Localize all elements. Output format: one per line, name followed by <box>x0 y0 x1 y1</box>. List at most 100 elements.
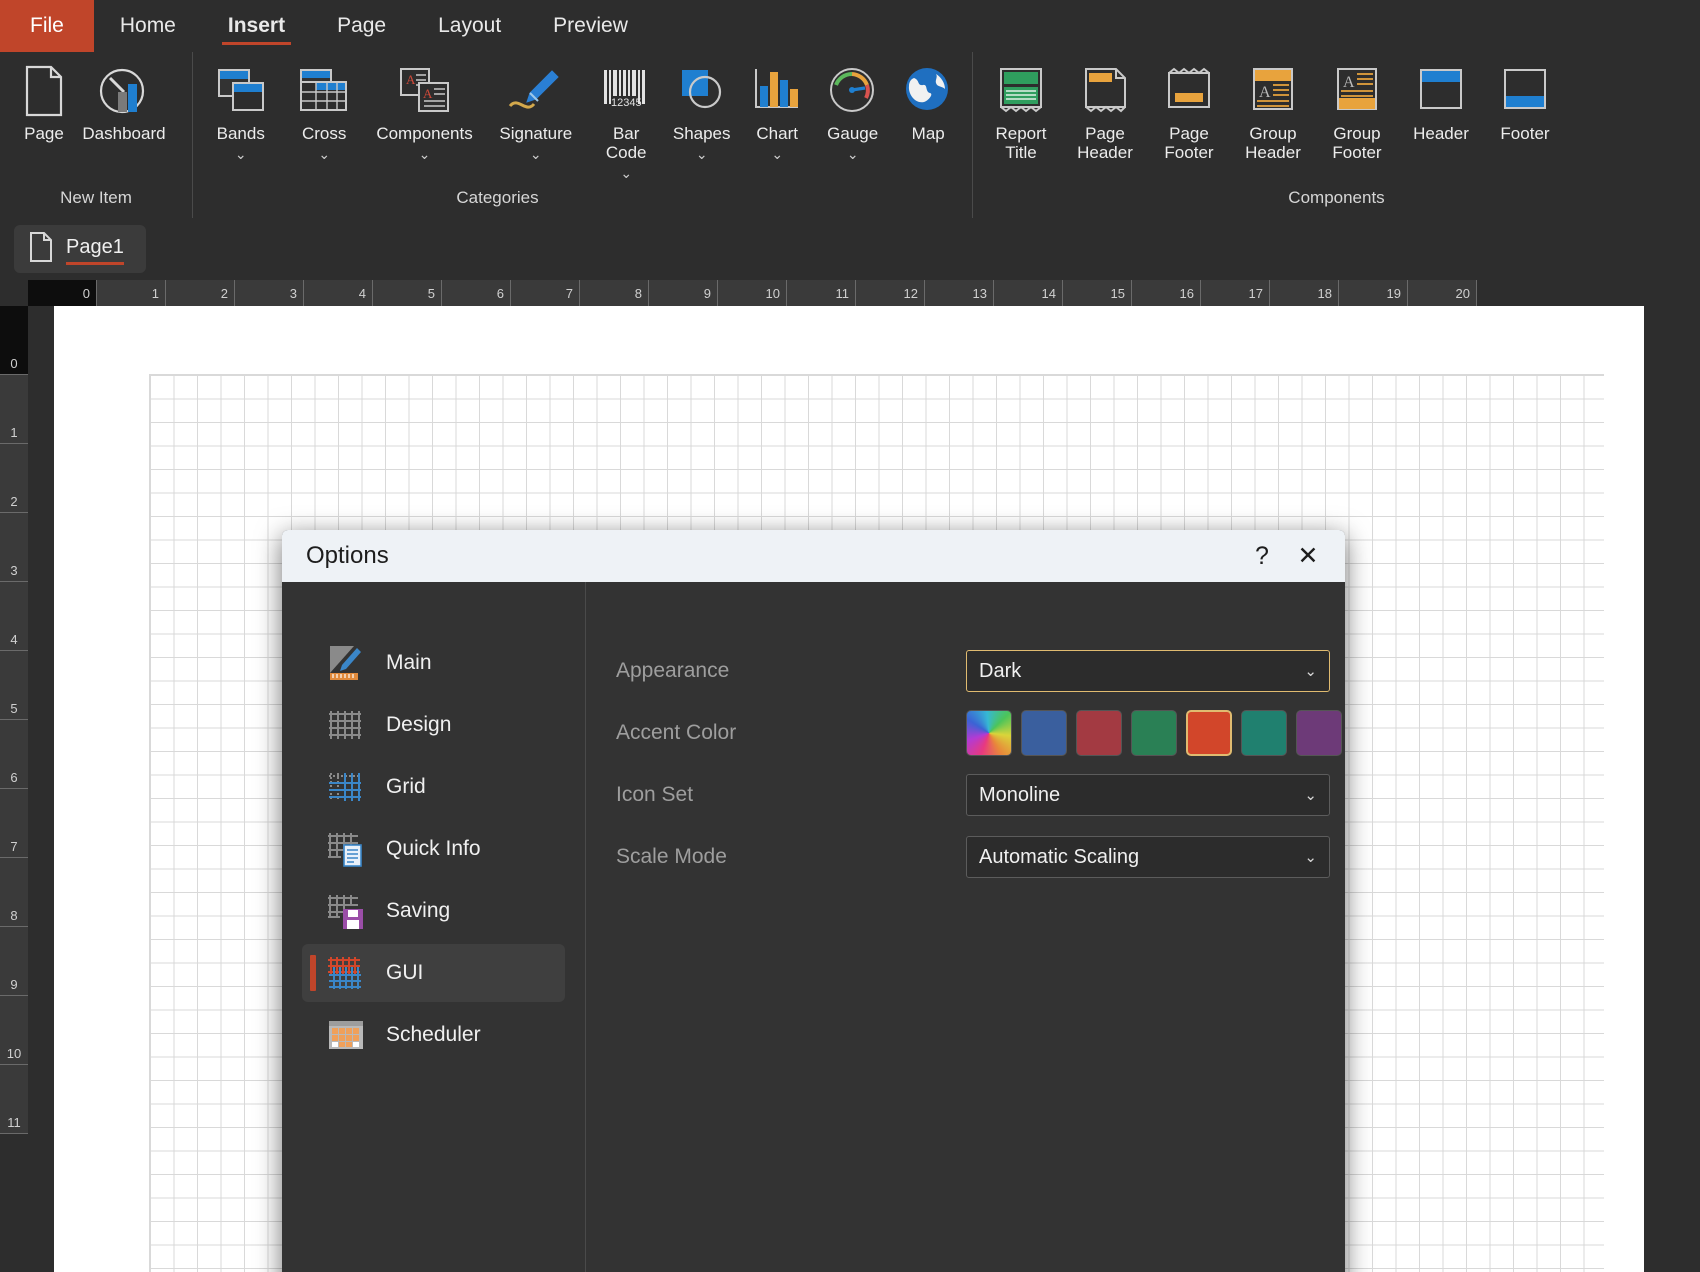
accent-swatch-purple[interactable] <box>1296 710 1342 756</box>
ribbon-button-header[interactable]: Header <box>1399 60 1483 143</box>
ribbon-button-label: Components <box>376 124 472 143</box>
svg-text:A: A <box>406 72 416 87</box>
nav-item-grid[interactable]: Grid <box>302 758 565 816</box>
design-canvas[interactable]: Options ? ✕ <box>28 306 1700 1272</box>
chevron-down-icon[interactable]: ⌄ <box>235 147 247 161</box>
vertical-ruler[interactable]: 01234567891011 <box>0 306 28 1272</box>
nav-item-quick-info[interactable]: Quick Info <box>302 820 565 878</box>
page-footer-icon <box>1161 62 1217 120</box>
tab-preview[interactable]: Preview <box>527 0 654 52</box>
chevron-down-icon[interactable]: ⌄ <box>771 147 783 161</box>
accent-swatch-green[interactable] <box>1131 710 1177 756</box>
ribbon-button-page-header[interactable]: Page Header <box>1063 60 1147 162</box>
ribbon-button-signature[interactable]: Signature ⌄ <box>483 60 588 161</box>
nav-item-scheduler[interactable]: Scheduler <box>302 1006 565 1064</box>
ribbon-button-group-footer[interactable]: A Group Footer <box>1315 60 1399 162</box>
dialog-nav-list: Main Design <box>282 582 586 1272</box>
ribbon-button-dashboard[interactable]: Dashboard <box>82 60 166 143</box>
ribbon-button-map[interactable]: Map ⌄ <box>890 60 966 161</box>
chevron-down-icon: ⌄ <box>1304 662 1317 680</box>
ribbon-button-label: Cross <box>302 124 346 143</box>
ribbon-button-label: Map <box>912 124 945 143</box>
dialog-settings-panel: Appearance Dark ⌄ Accent Color <box>586 582 1345 1272</box>
ribbon-button-shapes[interactable]: Shapes ⌄ <box>664 60 740 161</box>
svg-text:12345: 12345 <box>611 97 642 109</box>
ruler-corner <box>0 280 28 306</box>
tab-page[interactable]: Page <box>311 0 412 52</box>
nav-item-label: Scheduler <box>386 1023 481 1047</box>
accent-swatch-blue[interactable] <box>1021 710 1067 756</box>
ribbon-button-gauge[interactable]: Gauge ⌄ <box>815 60 891 161</box>
ribbon-button-report-title[interactable]: Report Title <box>979 60 1063 162</box>
ruler-tick-h: 9 <box>649 280 718 306</box>
ribbon-group-categories: Bands ⌄ Cross ⌄ <box>192 52 972 218</box>
nav-item-label: Main <box>386 651 432 675</box>
gui-icon <box>326 953 366 993</box>
nav-item-design[interactable]: Design <box>302 696 565 754</box>
scale-mode-select[interactable]: Automatic Scaling ⌄ <box>966 836 1330 878</box>
accent-color-label: Accent Color <box>616 721 966 745</box>
chevron-down-icon[interactable]: ⌄ <box>620 166 632 180</box>
accent-swatch-orange[interactable] <box>1186 710 1232 756</box>
ruler-tick-h: 3 <box>235 280 304 306</box>
chevron-down-icon[interactable]: ⌄ <box>847 147 859 161</box>
ribbon-button-page-footer[interactable]: Page Footer <box>1147 60 1231 162</box>
appearance-select[interactable]: Dark ⌄ <box>966 650 1330 692</box>
ruler-tick-h: 17 <box>1201 280 1270 306</box>
ribbon-button-label: Group Footer <box>1332 124 1381 162</box>
tab-file[interactable]: File <box>0 0 94 52</box>
chevron-down-icon[interactable]: ⌄ <box>419 147 431 161</box>
ruler-tick-h: 0 <box>28 280 97 306</box>
horizontal-ruler-track[interactable]: 01234567891011121314151617181920 <box>28 280 1700 306</box>
dialog-title: Options <box>306 542 1239 570</box>
ribbon-button-label: Header <box>1413 124 1469 143</box>
nav-item-main[interactable]: Main <box>302 634 565 692</box>
ribbon-button-group-header[interactable]: A Group Header <box>1231 60 1315 162</box>
ribbon-button-bands[interactable]: Bands ⌄ <box>199 60 282 161</box>
ribbon-button-page[interactable]: Page <box>6 60 82 143</box>
ribbon-button-chart[interactable]: Chart ⌄ <box>739 60 815 161</box>
nav-item-saving[interactable]: Saving <box>302 882 565 940</box>
design-grid-icon <box>326 705 366 745</box>
ruler-tick-h: 5 <box>373 280 442 306</box>
ruler-tick-h: 1 <box>97 280 166 306</box>
ribbon-button-label: Report Title <box>995 124 1046 162</box>
ribbon-button-label: Page Footer <box>1164 124 1213 162</box>
ruler-tick-v: 10 <box>0 996 28 1065</box>
footer-icon <box>1497 62 1553 120</box>
chevron-down-icon[interactable]: ⌄ <box>530 147 542 161</box>
tab-home[interactable]: Home <box>94 0 202 52</box>
tab-layout[interactable]: Layout <box>412 0 527 52</box>
page-tab-page1[interactable]: Page1 <box>14 225 146 273</box>
ribbon-button-footer[interactable]: Footer <box>1483 60 1567 143</box>
accent-swatch-multicolor[interactable] <box>966 710 1012 756</box>
ribbon-button-barcode[interactable]: 12345 Bar Code ⌄ <box>588 60 664 180</box>
appearance-value: Dark <box>979 660 1021 683</box>
page-header-icon <box>1077 62 1133 120</box>
ruler-tick-v: 3 <box>0 513 28 582</box>
ruler-tick-h: 6 <box>442 280 511 306</box>
help-icon[interactable]: ? <box>1239 536 1285 576</box>
page-tab-label: Page1 <box>66 236 124 263</box>
page-tab-strip: Page1 <box>0 218 1700 280</box>
nav-item-gui[interactable]: GUI <box>302 944 565 1002</box>
ruler-tick-h: 7 <box>511 280 580 306</box>
main-icon <box>326 643 366 683</box>
ribbon-button-components[interactable]: A A Components ⌄ <box>366 60 483 161</box>
ruler-tick-h: 13 <box>925 280 994 306</box>
scale-mode-value: Automatic Scaling <box>979 846 1139 869</box>
ribbon-button-label: Chart <box>756 124 798 143</box>
tab-insert[interactable]: Insert <box>202 0 311 52</box>
accent-swatch-teal[interactable] <box>1241 710 1287 756</box>
accent-swatch-red[interactable] <box>1076 710 1122 756</box>
ribbon-button-label: Page <box>24 124 64 143</box>
ribbon: Page Dashboard New Item <box>0 52 1700 218</box>
chevron-down-icon[interactable]: ⌄ <box>696 147 708 161</box>
icon-set-select[interactable]: Monoline ⌄ <box>966 774 1330 816</box>
chevron-down-icon: ⌄ <box>1304 848 1317 866</box>
chevron-down-icon[interactable]: ⌄ <box>318 147 330 161</box>
scale-mode-label: Scale Mode <box>616 845 966 869</box>
ribbon-button-label: Footer <box>1500 124 1549 143</box>
ribbon-button-cross[interactable]: Cross ⌄ <box>282 60 365 161</box>
close-icon[interactable]: ✕ <box>1285 536 1331 576</box>
